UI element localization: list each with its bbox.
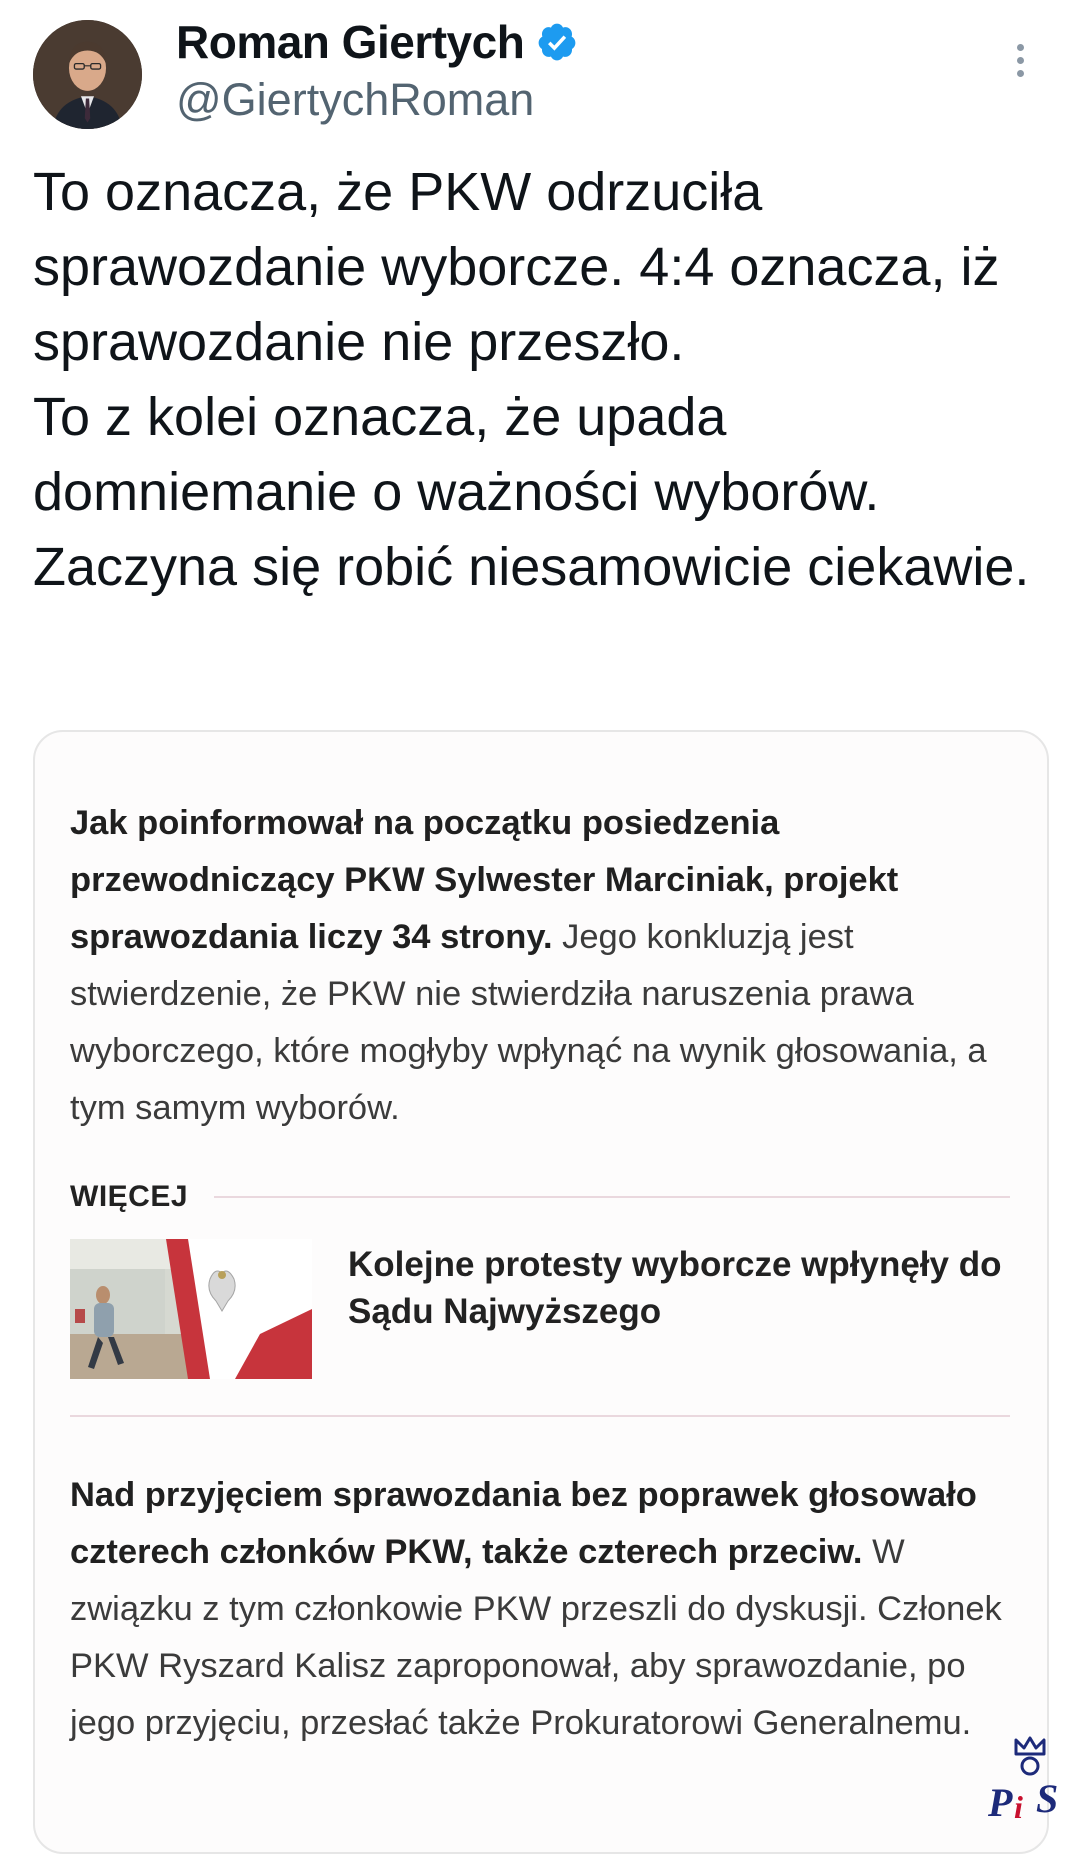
svg-text:i: i [1014, 1789, 1023, 1822]
related-article-thumbnail [70, 1239, 312, 1379]
more-label: WIĘCEJ [70, 1180, 189, 1213]
more-section-header: WIĘCEJ [70, 1172, 1010, 1222]
tweet-body: To oznacza, że PKW odrzuciła sprawozdani… [33, 162, 1030, 597]
divider [214, 1196, 1010, 1198]
divider [70, 1415, 1010, 1417]
svg-text:S: S [1036, 1776, 1058, 1821]
tweet-text: To oznacza, że PKW odrzuciła sprawozdani… [33, 155, 1043, 605]
more-vertical-icon[interactable] [1010, 44, 1030, 84]
article-paragraph-2-bold: Nad przyjęciem sprawozdania bez poprawek… [70, 1476, 977, 1571]
verified-badge-icon [536, 21, 578, 63]
svg-text:P: P [987, 1780, 1013, 1822]
article-screenshot-card[interactable]: ​ Jak poinformował na początku posiedzen… [33, 730, 1049, 1854]
article-paragraph-1: Jak poinformował na początku posiedzenia… [70, 795, 1020, 1137]
tweet-header: Roman Giertych @GiertychRoman [0, 0, 1080, 140]
pis-watermark-logo: P i S [984, 1730, 1076, 1825]
avatar[interactable] [33, 20, 142, 129]
article-paragraph-2: Nad przyjęciem sprawozdania bez poprawek… [70, 1467, 1020, 1752]
related-article-title[interactable]: Kolejne protesty wyborcze wpłynęły do Są… [348, 1241, 1013, 1335]
avatar-image [33, 20, 142, 129]
display-name[interactable]: Roman Giertych [176, 15, 525, 69]
related-article-link[interactable]: Kolejne protesty wyborcze wpłynęły do Są… [70, 1239, 1010, 1379]
user-handle[interactable]: @GiertychRoman [176, 74, 534, 126]
